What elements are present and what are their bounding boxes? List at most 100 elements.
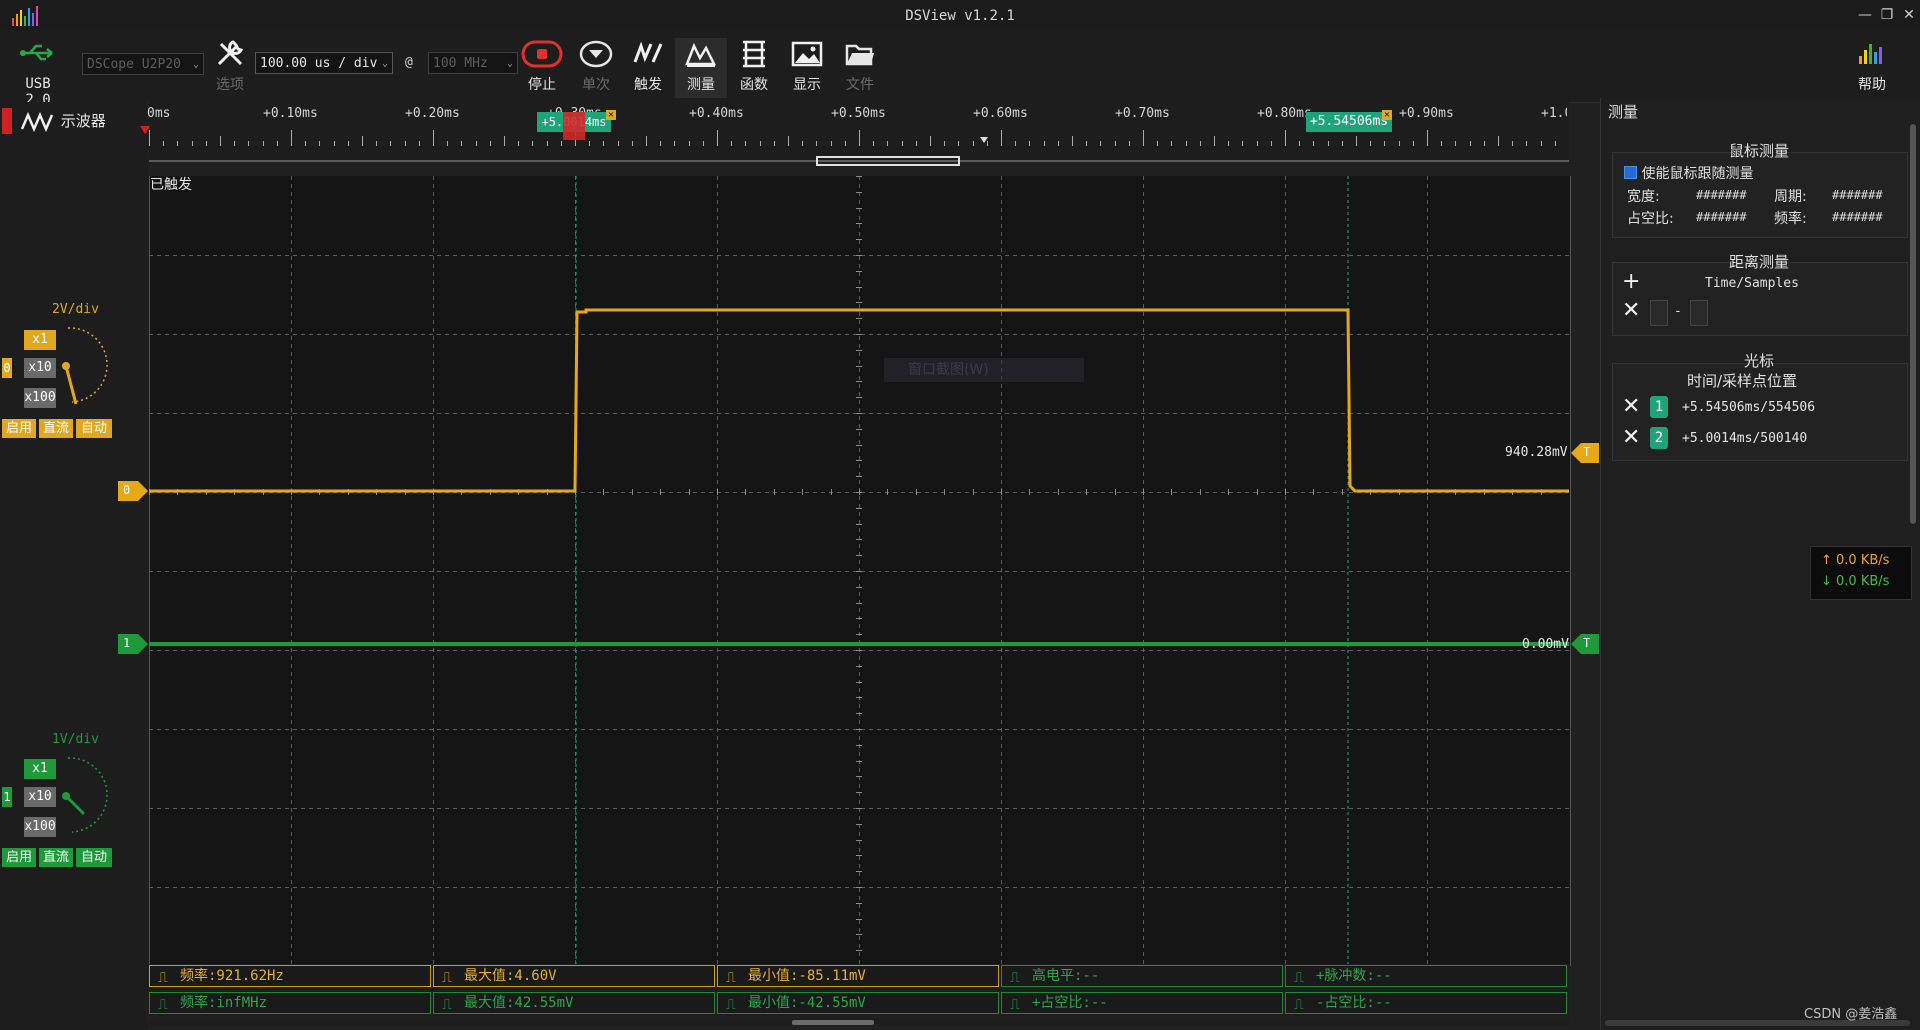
ch0-freq-status[interactable]: ⎍ 频率:921.62Hz (149, 965, 431, 987)
ch0-offset-marker[interactable]: 0 (118, 481, 148, 501)
width-value: ####### (1696, 188, 1747, 202)
ch1-freq-status[interactable]: ⎍ 频率:infMHz (149, 992, 431, 1014)
distance-end-select[interactable] (1690, 300, 1708, 326)
close-icon[interactable]: ✕ (1622, 396, 1640, 418)
stop-icon (521, 40, 563, 68)
mode-indicator (2, 108, 12, 134)
arrow-down-icon (980, 137, 988, 143)
cursor-value: +5.0014ms/500140 (1682, 431, 1808, 446)
negative-duty-status[interactable]: ⎍ -占空比:-- (1285, 992, 1567, 1014)
ruler-label: +0.60ms (973, 106, 1028, 121)
period-value: ####### (1832, 188, 1883, 202)
ch1-number: 1 (2, 787, 12, 807)
distance-header: Time/Samples (1705, 276, 1799, 291)
positive-duty-status[interactable]: ⎍ +占空比:-- (1001, 992, 1283, 1014)
follow-checkbox[interactable]: 使能鼠标跟随测量 (1624, 163, 1753, 183)
ch1-vdiv-knob[interactable] (48, 748, 118, 838)
chevron-down-icon: ⌄ (506, 58, 513, 69)
usb-icon (20, 44, 53, 61)
window-title: DSView v1.2.1 (905, 8, 1015, 24)
single-shot-icon (579, 40, 613, 68)
file-button[interactable]: 文件 (834, 38, 886, 98)
single-button[interactable]: 单次 (570, 38, 622, 98)
ch0-vdiv-knob[interactable] (48, 318, 118, 408)
scroll-indicator[interactable] (816, 156, 960, 166)
ruler-label: +0.80ms (1257, 106, 1312, 121)
cursor-1-tag[interactable]: +5.54506ms (1306, 112, 1392, 132)
ch0-probe-x10[interactable]: x10 (24, 358, 56, 378)
ch0-coupling-button[interactable]: 直流 (39, 419, 73, 438)
ch1-probe-x10[interactable]: x10 (24, 787, 56, 807)
ch1-offset-marker[interactable]: 1 (118, 634, 148, 654)
pulse-icon: ⎍ (1294, 997, 1304, 1013)
close-icon[interactable]: ✕ (1622, 427, 1640, 449)
ch1-min-status[interactable]: ⎍ 最小值:-42.55mV (717, 992, 999, 1014)
close-icon[interactable]: ✕ (1382, 110, 1392, 120)
freq-label: 频率: (1774, 211, 1807, 227)
ch0-trigger-marker[interactable]: T (1571, 443, 1599, 463)
chevron-down-icon: ⌄ (381, 58, 388, 69)
pulse-train-icon: ⎍ (1294, 970, 1304, 986)
chevron-down-icon: ⌄ (192, 59, 199, 70)
transfer-rate-box: ↑ 0.0 KB/s ↓ 0.0 KB/s (1810, 546, 1912, 600)
ch1-max-status[interactable]: ⎍ 最大值:42.55mV (433, 992, 715, 1014)
help-button[interactable]: 帮助 (1846, 38, 1898, 98)
ch0-min-status[interactable]: ⎍ 最小值:-85.11mV (717, 965, 999, 987)
display-icon (791, 41, 823, 67)
trigger-status: 已触发 (150, 177, 192, 193)
options-button[interactable]: 选项 (204, 38, 256, 98)
pulse-icon: ⎍ (158, 997, 168, 1013)
distance-start-select[interactable] (1650, 300, 1668, 326)
ch1-trigger-marker[interactable]: T (1571, 634, 1599, 654)
function-button[interactable]: 函数 (728, 38, 780, 98)
stop-button[interactable]: 停止 (516, 38, 568, 98)
pulse-icon: ⎍ (442, 997, 452, 1013)
help-logo-icon (1859, 44, 1882, 64)
timebase-select[interactable]: 100.00 us / div ⌄ (255, 52, 393, 74)
trigger-button[interactable]: 触发 (622, 38, 674, 98)
high-level-status[interactable]: ⎍ 高电平:-- (1001, 965, 1283, 987)
ch0-probe-x1[interactable]: x1 (24, 330, 56, 350)
ch1-vdiv: 1V/div (52, 732, 99, 747)
display-button[interactable]: 显示 (781, 38, 833, 98)
ch0-max-status[interactable]: ⎍ 最大值:4.60V (433, 965, 715, 987)
cursor-title: 光标 (1743, 352, 1774, 370)
at-sign: @ (405, 55, 413, 70)
pulse-icon: ⎍ (726, 997, 736, 1013)
close-button[interactable]: ✕ (1896, 4, 1920, 26)
pulse-icon: ⎍ (1010, 970, 1020, 986)
ch0-auto-button[interactable]: 自动 (76, 419, 112, 438)
ch1-probe-x100[interactable]: x100 (24, 817, 56, 837)
distance-dash: - (1674, 304, 1682, 319)
freq-value: ####### (1832, 210, 1883, 224)
ch0-vdiv: 2V/div (52, 302, 99, 317)
ch1-probe-x1[interactable]: x1 (24, 759, 56, 779)
ch1-coupling-button[interactable]: 直流 (39, 848, 73, 867)
pulse-count-status[interactable]: ⎍ +脉冲数:-- (1285, 965, 1567, 987)
ch0-probe-x100[interactable]: x100 (24, 388, 56, 408)
samplerate-select[interactable]: 100 MHz ⌄ (428, 52, 518, 74)
pulse-icon: ⎍ (442, 970, 452, 986)
panel-scrollbar[interactable] (1910, 124, 1916, 524)
trigger-position-marker[interactable] (563, 112, 585, 140)
scrollbar-thumb[interactable] (792, 1020, 874, 1025)
close-icon[interactable]: ✕ (606, 110, 616, 120)
ch1-enable-button[interactable]: 启用 (2, 848, 36, 867)
waveform-canvas[interactable] (149, 176, 1569, 966)
width-label: 宽度: (1627, 189, 1660, 205)
add-icon[interactable]: + (1622, 271, 1640, 293)
pulse-icon: ⎍ (726, 970, 736, 986)
device-select[interactable]: DSCope U2P20 ⌄ (82, 53, 204, 75)
ch1-auto-button[interactable]: 自动 (76, 848, 112, 867)
mouse-measure-title: 鼠标测量 (1728, 142, 1789, 160)
wrench-screwdriver-icon (217, 40, 244, 66)
ch0-enable-button[interactable]: 启用 (2, 419, 36, 438)
title-bar: DSView v1.2.1 — ❐ ✕ (0, 0, 1920, 30)
ghost-menu-item: 窗口截图(W) (884, 358, 1084, 382)
close-icon[interactable]: ✕ (1622, 300, 1640, 322)
oscilloscope-mode-tab[interactable]: 示波器 (20, 108, 106, 134)
ruler-label: 0ms (147, 106, 171, 121)
measure-button[interactable]: 测量 (675, 38, 727, 98)
folder-icon (845, 44, 874, 66)
checkbox-icon (1624, 166, 1637, 179)
